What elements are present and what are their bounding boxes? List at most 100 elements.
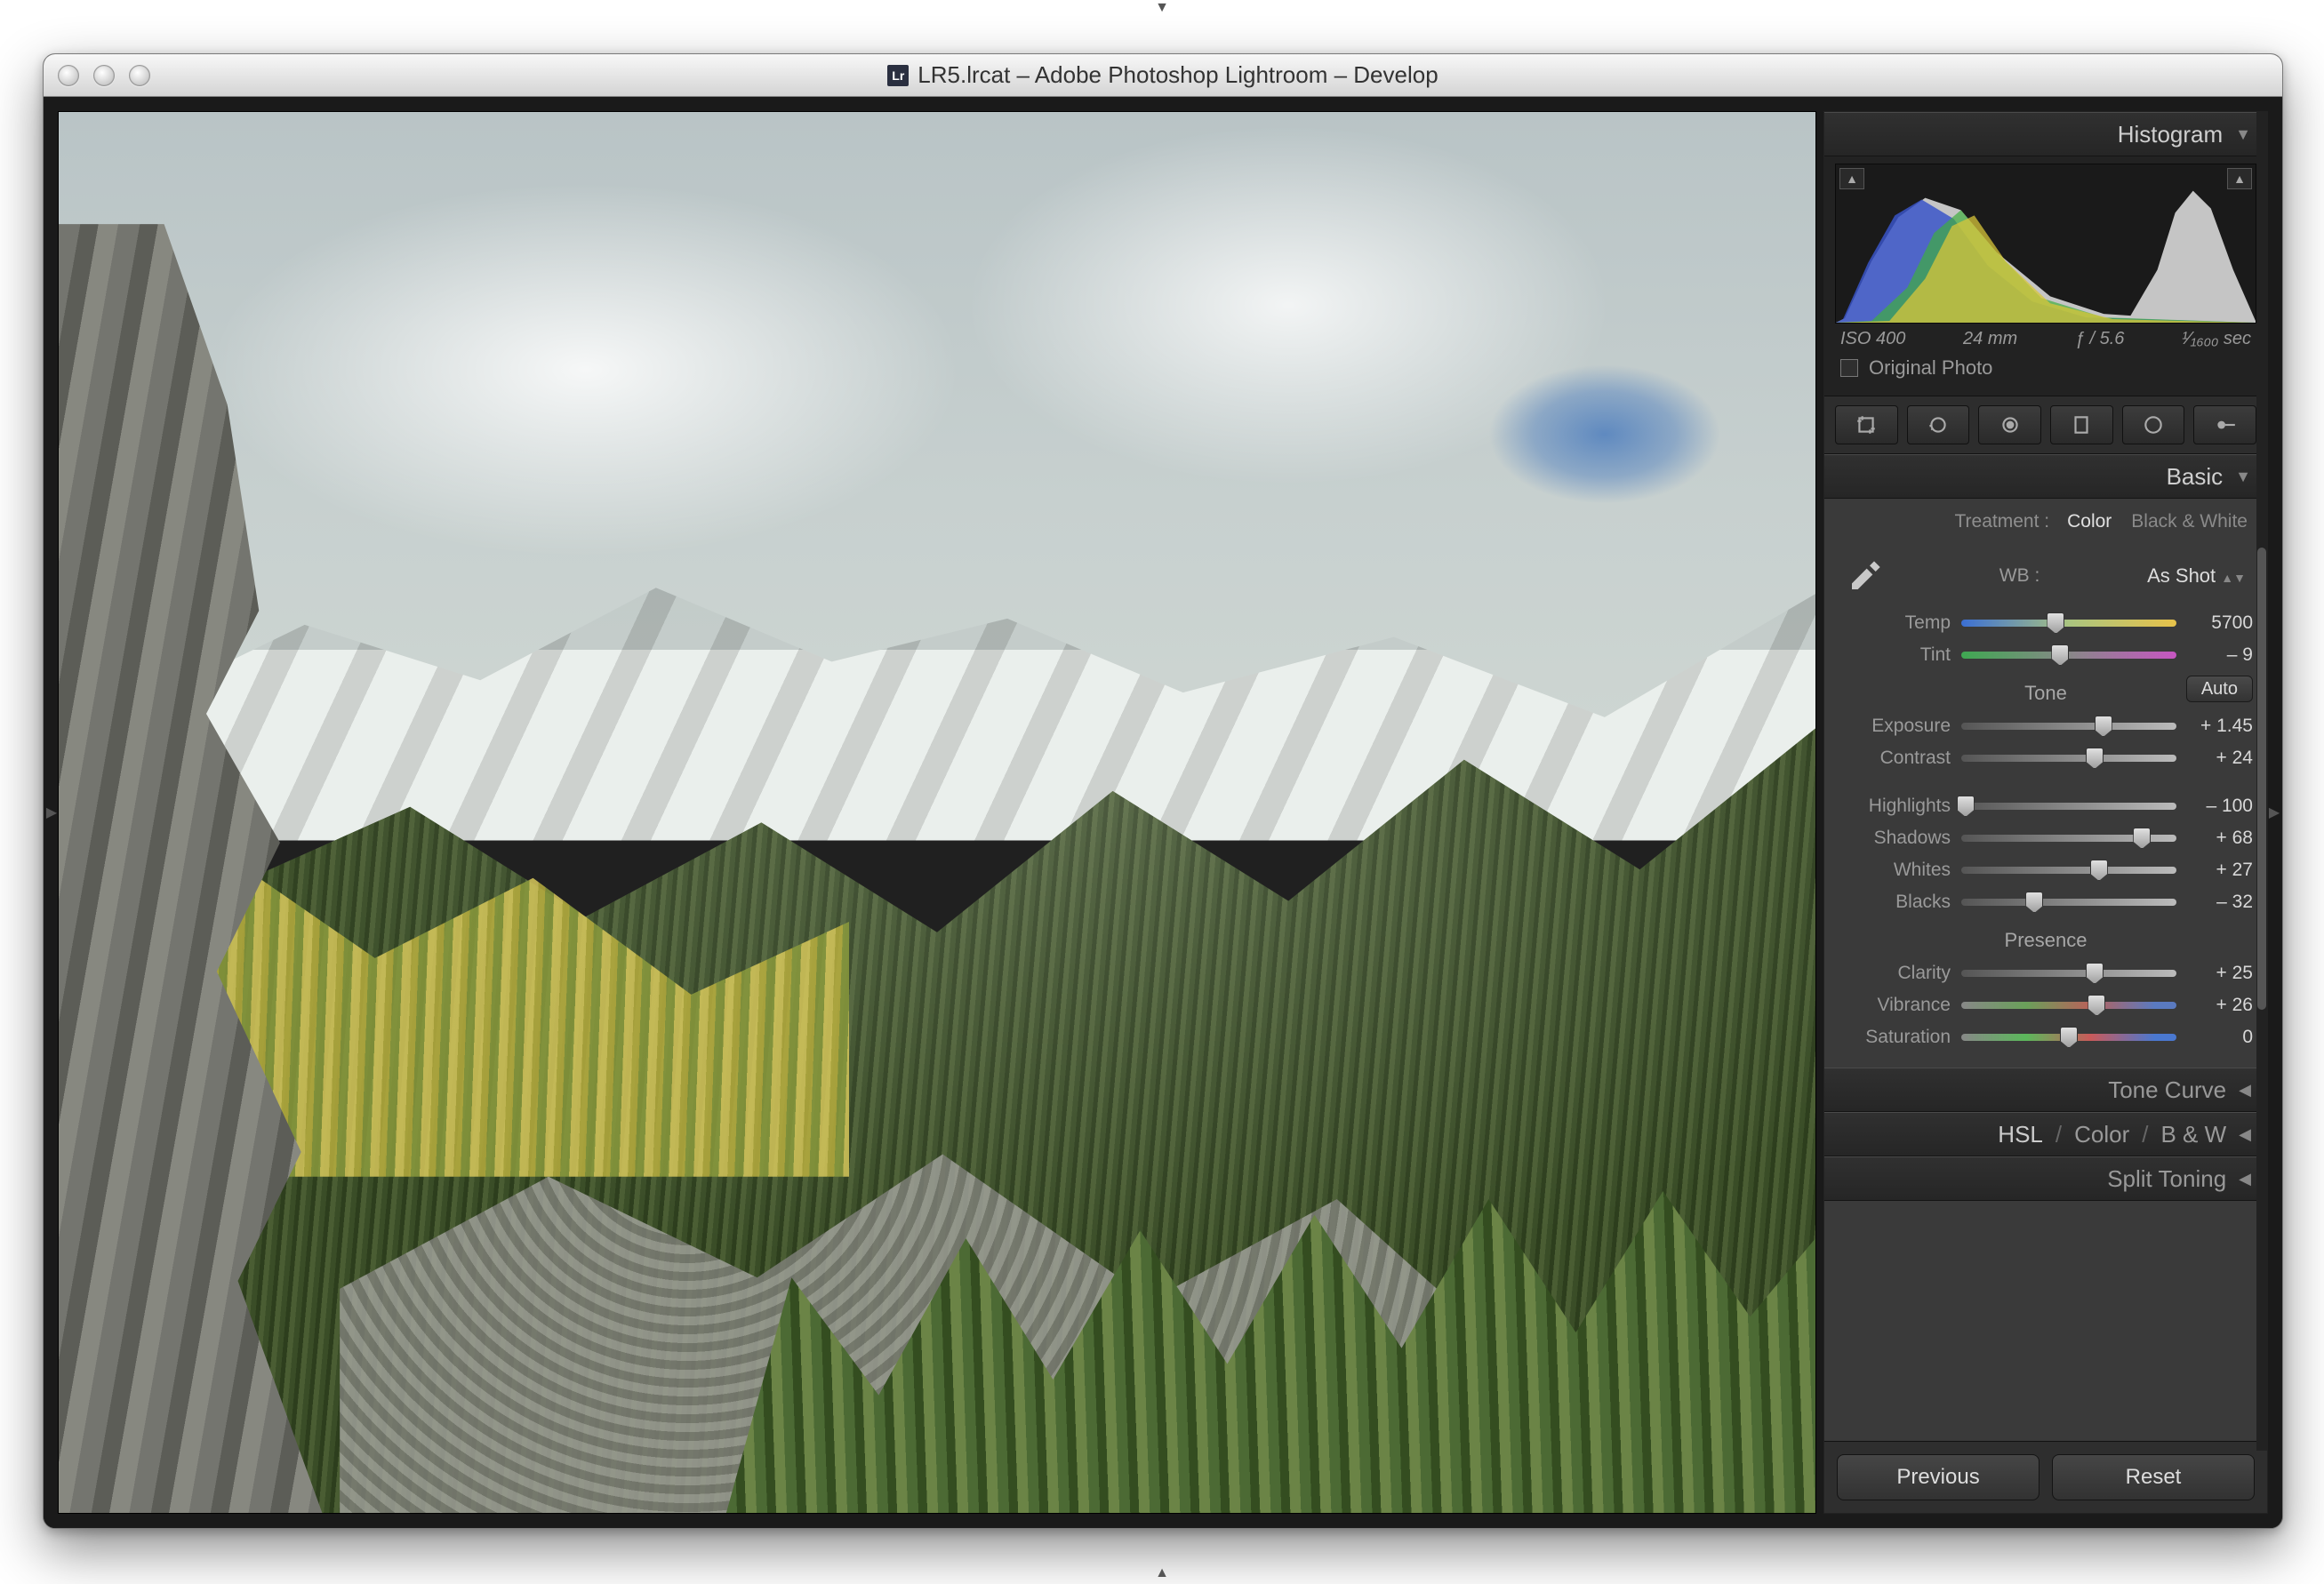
- zoom-button[interactable]: [129, 65, 150, 86]
- minimize-button[interactable]: [93, 65, 115, 86]
- radial-filter-tool[interactable]: [2122, 405, 2185, 444]
- exif-row: ISO 400 24 mm ƒ / 5.6 ¹⁄₁₆₀₀ sec: [1835, 324, 2256, 351]
- reset-button[interactable]: Reset: [2052, 1454, 2255, 1500]
- auto-tone-button[interactable]: Auto: [2186, 676, 2253, 700]
- hsl-color-title: Color: [2074, 1121, 2129, 1148]
- develop-right-panel: Histogram ▼ ▲ ▲ I: [1823, 111, 2268, 1514]
- whites-row: Whites + 27: [1839, 854, 2253, 886]
- treatment-bw[interactable]: Black & White: [2129, 508, 2249, 536]
- saturation-slider[interactable]: [1961, 1032, 2176, 1043]
- app-window: Lr LR5.lrcat – Adobe Photoshop Lightroom…: [43, 53, 2283, 1529]
- vibrance-value[interactable]: + 26: [2187, 995, 2253, 1016]
- traffic-lights: [58, 65, 150, 86]
- close-button[interactable]: [58, 65, 79, 86]
- original-photo-row[interactable]: Original Photo: [1835, 351, 2256, 390]
- blacks-value[interactable]: – 32: [2187, 892, 2253, 913]
- whites-slider[interactable]: [1961, 865, 2176, 876]
- histogram-title: Histogram: [2118, 121, 2223, 148]
- window-title-text: LR5.lrcat – Adobe Photoshop Lightroom – …: [918, 61, 1438, 89]
- highlights-row: Highlights – 100: [1839, 790, 2253, 822]
- collapse-icon: ◀: [2239, 1125, 2251, 1144]
- develop-footer: Previous Reset: [1824, 1441, 2267, 1513]
- treatment-label: Treatment :: [1955, 511, 2050, 532]
- right-panel-toggle[interactable]: ▶: [2268, 97, 2280, 1528]
- original-photo-label: Original Photo: [1869, 356, 1992, 380]
- contrast-row: Contrast + 24: [1839, 742, 2253, 774]
- app-icon: Lr: [887, 65, 909, 86]
- adjustment-brush-tool[interactable]: [2193, 405, 2256, 444]
- temp-slider[interactable]: [1961, 618, 2176, 628]
- shadows-label: Shadows: [1839, 828, 1951, 849]
- collapse-icon: ▼: [2235, 468, 2251, 486]
- histogram-graph[interactable]: ▲ ▲: [1835, 164, 2256, 324]
- panel-scrollbar-track[interactable]: [2256, 112, 2267, 1451]
- presence-section-label: Presence: [1839, 918, 2253, 957]
- vibrance-slider[interactable]: [1961, 1000, 2176, 1011]
- shadows-slider[interactable]: [1961, 833, 2176, 844]
- vibrance-label: Vibrance: [1839, 995, 1951, 1016]
- tint-label: Tint: [1839, 644, 1951, 666]
- tint-row: Tint – 9: [1839, 639, 2253, 671]
- contrast-slider[interactable]: [1961, 753, 2176, 764]
- treatment-row: Treatment : Color Black & White: [1839, 508, 2253, 545]
- hsl-header[interactable]: HSL / Color / B & W ◀: [1824, 1112, 2267, 1156]
- saturation-label: Saturation: [1839, 1027, 1951, 1048]
- clarity-slider[interactable]: [1961, 968, 2176, 979]
- shadow-clip-indicator[interactable]: ▲: [1839, 168, 1864, 189]
- highlights-label: Highlights: [1839, 796, 1951, 817]
- temp-label: Temp: [1839, 612, 1951, 634]
- exposure-slider[interactable]: [1961, 721, 2176, 732]
- exposure-value[interactable]: + 1.45: [2187, 716, 2253, 737]
- left-panel-toggle[interactable]: ▶: [45, 97, 58, 1528]
- blacks-slider[interactable]: [1961, 897, 2176, 908]
- clarity-label: Clarity: [1839, 963, 1951, 984]
- clarity-row: Clarity + 25: [1839, 957, 2253, 989]
- panel-scrollbar-thumb[interactable]: [2257, 548, 2266, 1010]
- tint-slider[interactable]: [1961, 650, 2176, 660]
- wb-label: WB :: [1892, 565, 2147, 587]
- basic-panel: Treatment : Color Black & White WB : As …: [1824, 499, 2267, 1068]
- highlight-clip-indicator[interactable]: ▲: [2227, 168, 2252, 189]
- wb-dropper-tool[interactable]: [1839, 545, 1892, 607]
- clarity-value[interactable]: + 25: [2187, 963, 2253, 984]
- tone-curve-header[interactable]: Tone Curve ◀: [1824, 1068, 2267, 1112]
- tool-strip: [1824, 396, 2267, 454]
- histogram-header[interactable]: Histogram ▼: [1824, 112, 2267, 156]
- spot-removal-tool[interactable]: [1907, 405, 1970, 444]
- whites-value[interactable]: + 27: [2187, 860, 2253, 881]
- tone-section-label: Tone Auto: [1839, 671, 2253, 710]
- basic-title: Basic: [2167, 463, 2224, 491]
- highlights-value[interactable]: – 100: [2187, 796, 2253, 817]
- wb-row: WB : As Shot ▲▼: [1839, 545, 2253, 607]
- vibrance-row: Vibrance + 26: [1839, 989, 2253, 1021]
- whites-label: Whites: [1839, 860, 1951, 881]
- contrast-value[interactable]: + 24: [2187, 748, 2253, 769]
- exif-iso: ISO 400: [1840, 329, 1905, 349]
- treatment-color[interactable]: Color: [2065, 508, 2113, 536]
- histogram-section: ▲ ▲ ISO 400 24 mm ƒ / 5.6 ¹⁄₁₆₀₀ sec Ori…: [1824, 156, 2267, 396]
- split-toning-title: Split Toning: [2107, 1165, 2226, 1193]
- window-title: Lr LR5.lrcat – Adobe Photoshop Lightroom…: [44, 61, 2282, 89]
- original-photo-checkbox[interactable]: [1840, 359, 1858, 377]
- shadows-value[interactable]: + 68: [2187, 828, 2253, 849]
- collapse-icon: ◀: [2239, 1081, 2251, 1100]
- wb-preset-menu[interactable]: As Shot ▲▼: [2147, 564, 2253, 588]
- image-preview[interactable]: [58, 111, 1816, 1514]
- blacks-label: Blacks: [1839, 892, 1951, 913]
- graduated-filter-tool[interactable]: [2050, 405, 2113, 444]
- tone-curve-title: Tone Curve: [2108, 1076, 2226, 1104]
- blacks-row: Blacks – 32: [1839, 886, 2253, 918]
- highlights-slider[interactable]: [1961, 801, 2176, 812]
- crop-tool[interactable]: [1835, 405, 1898, 444]
- photo-content: [59, 112, 1815, 1513]
- tint-value[interactable]: – 9: [2187, 644, 2253, 666]
- split-toning-header[interactable]: Split Toning ◀: [1824, 1156, 2267, 1201]
- redeye-tool[interactable]: [1978, 405, 2041, 444]
- temp-value[interactable]: 5700: [2187, 612, 2253, 634]
- saturation-value[interactable]: 0: [2187, 1027, 2253, 1048]
- previous-button[interactable]: Previous: [1837, 1454, 2040, 1500]
- collapse-icon: ▼: [2235, 125, 2251, 144]
- basic-header[interactable]: Basic ▼: [1824, 454, 2267, 499]
- temp-row: Temp 5700: [1839, 607, 2253, 639]
- contrast-label: Contrast: [1839, 748, 1951, 769]
